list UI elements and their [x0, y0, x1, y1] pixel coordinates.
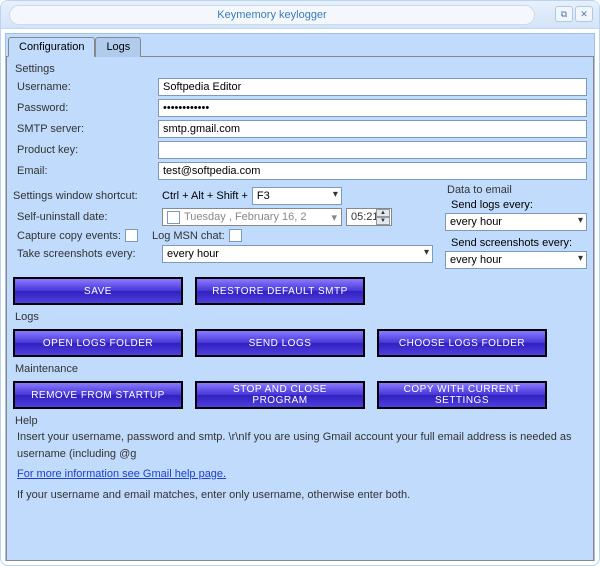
- time-up-icon[interactable]: ▲: [376, 209, 390, 217]
- shortcut-key-select[interactable]: F3: [252, 187, 342, 205]
- uninstall-date-picker[interactable]: Tuesday , February 16, 2 ▾: [162, 208, 342, 226]
- password-label: Password:: [13, 102, 158, 114]
- tab-configuration[interactable]: Configuration: [8, 37, 95, 57]
- maintenance-group-label: Maintenance: [15, 363, 587, 375]
- product-key-input[interactable]: [158, 141, 587, 159]
- choose-logs-folder-button[interactable]: CHOOSE LOGS FOLDER: [377, 329, 547, 357]
- save-button[interactable]: SAVE: [13, 277, 183, 305]
- tab-strip: Configuration Logs: [6, 34, 594, 56]
- restore-smtp-button[interactable]: RESTORE DEFAULT SMTP: [195, 277, 365, 305]
- gmail-help-link[interactable]: For more information see Gmail help page…: [17, 468, 226, 480]
- email-input[interactable]: [158, 162, 587, 180]
- password-input[interactable]: [158, 99, 587, 117]
- shortcut-label: Settings window shortcut:: [13, 190, 158, 202]
- send-screenshots-interval-select[interactable]: every hour: [445, 251, 587, 269]
- remove-startup-button[interactable]: REMOVE FROM STARTUP: [13, 381, 183, 409]
- content-area: Configuration Logs Settings Username: Pa…: [5, 33, 595, 561]
- restore-button[interactable]: ⧉: [555, 6, 573, 22]
- username-input[interactable]: [158, 78, 587, 96]
- close-button[interactable]: ✕: [575, 6, 593, 22]
- time-down-icon[interactable]: ▼: [376, 217, 390, 225]
- data-email-group-label: Data to email: [447, 184, 587, 196]
- capture-copy-checkbox[interactable]: [125, 229, 138, 242]
- screenshots-interval-select[interactable]: every hour: [162, 245, 433, 263]
- username-label: Username:: [13, 81, 158, 93]
- copy-settings-button[interactable]: COPY WITH CURRENT SETTINGS: [377, 381, 547, 409]
- product-key-label: Product key:: [13, 144, 158, 156]
- send-logs-button[interactable]: SEND LOGS: [195, 329, 365, 357]
- help-text-1: Insert your username, password and smtp.…: [17, 429, 587, 462]
- uninstall-date-value: Tuesday , February 16, 2: [184, 211, 307, 223]
- window-title: Keymemory keylogger: [9, 5, 535, 25]
- open-logs-folder-button[interactable]: OPEN LOGS FOLDER: [13, 329, 183, 357]
- settings-group-label: Settings: [15, 63, 587, 75]
- tab-panel-configuration: Settings Username: Password: SMTP server…: [6, 56, 594, 561]
- log-msn-checkbox[interactable]: [229, 229, 242, 242]
- help-text-2: If your username and email matches, ente…: [17, 487, 587, 504]
- uninstall-date-checkbox[interactable]: [167, 211, 180, 224]
- titlebar[interactable]: Keymemory keylogger ⧉ ✕: [1, 1, 599, 29]
- smtp-label: SMTP server:: [13, 123, 158, 135]
- stop-close-button[interactable]: STOP AND CLOSE PROGRAM: [195, 381, 365, 409]
- screenshots-label: Take screenshots every:: [13, 248, 158, 260]
- help-group-label: Help: [15, 415, 587, 427]
- email-label: Email:: [13, 165, 158, 177]
- app-window: Keymemory keylogger ⧉ ✕ Configuration Lo…: [0, 0, 600, 566]
- uninstall-label: Self-uninstall date:: [13, 211, 158, 223]
- tab-logs[interactable]: Logs: [95, 37, 141, 57]
- send-screenshots-label: Send screenshots every:: [451, 237, 587, 249]
- log-msn-label: Log MSN chat:: [152, 230, 225, 242]
- shortcut-prefix: Ctrl + Alt + Shift +: [162, 190, 248, 202]
- capture-copy-label: Capture copy events:: [13, 230, 121, 242]
- logs-group-label: Logs: [15, 311, 587, 323]
- send-logs-label: Send logs every:: [451, 199, 587, 211]
- send-logs-interval-select[interactable]: every hour: [445, 213, 587, 231]
- smtp-input[interactable]: [158, 120, 587, 138]
- uninstall-time-picker[interactable]: 05:21 ▲▼: [346, 208, 392, 226]
